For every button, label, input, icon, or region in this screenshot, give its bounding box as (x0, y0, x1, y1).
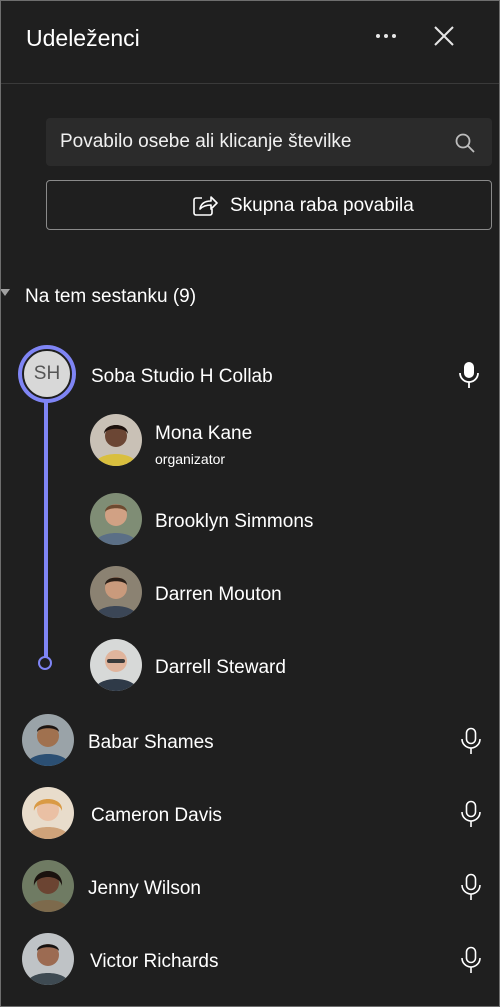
member-name[interactable]: Darrell Steward (155, 657, 286, 679)
member-name[interactable]: Darren Mouton (155, 584, 282, 606)
more-icon-dot (384, 34, 388, 38)
collapse-caret-icon[interactable] (0, 289, 10, 296)
microphone-icon[interactable] (460, 726, 482, 756)
avatar[interactable] (90, 639, 142, 691)
participant-name[interactable]: Jenny Wilson (88, 878, 201, 900)
avatar[interactable] (22, 860, 74, 912)
avatar[interactable] (90, 566, 142, 618)
invite-search-input[interactable] (60, 118, 440, 166)
avatar[interactable] (22, 933, 74, 985)
share-icon (193, 196, 218, 216)
avatar[interactable] (90, 414, 142, 466)
section-in-meeting-title[interactable]: Na tem sestanku (9) (25, 286, 196, 308)
member-name[interactable]: Mona Kane (155, 423, 252, 445)
panel-header: Udeleženci (0, 0, 500, 84)
group-connector-end (38, 656, 52, 670)
group-connector-line (44, 398, 48, 658)
panel-title: Udeleženci (26, 25, 140, 51)
microphone-icon[interactable] (460, 799, 482, 829)
member-role: organizator (155, 451, 226, 467)
room-avatar[interactable]: SH (18, 345, 76, 403)
participant-name[interactable]: Babar Shames (88, 732, 214, 754)
microphone-icon[interactable] (458, 360, 480, 390)
microphone-icon[interactable] (460, 945, 482, 975)
search-icon[interactable] (454, 132, 476, 154)
avatar[interactable] (90, 493, 142, 545)
avatar[interactable] (22, 714, 74, 766)
participant-name[interactable]: Victor Richards (90, 951, 218, 973)
share-invite-label: Skupna raba povabila (230, 195, 414, 216)
participant-name[interactable]: Cameron Davis (91, 805, 222, 827)
more-options-button[interactable] (370, 22, 402, 50)
more-icon-dot (392, 34, 396, 38)
close-button[interactable] (428, 20, 460, 52)
room-initials: SH (22, 349, 72, 399)
close-icon (434, 26, 454, 46)
room-name[interactable]: Soba Studio H Collab (91, 366, 273, 388)
member-name[interactable]: Brooklyn Simmons (155, 511, 313, 533)
microphone-icon[interactable] (460, 872, 482, 902)
avatar[interactable] (22, 787, 74, 839)
invite-search-field[interactable] (46, 118, 492, 166)
more-icon (376, 34, 380, 38)
